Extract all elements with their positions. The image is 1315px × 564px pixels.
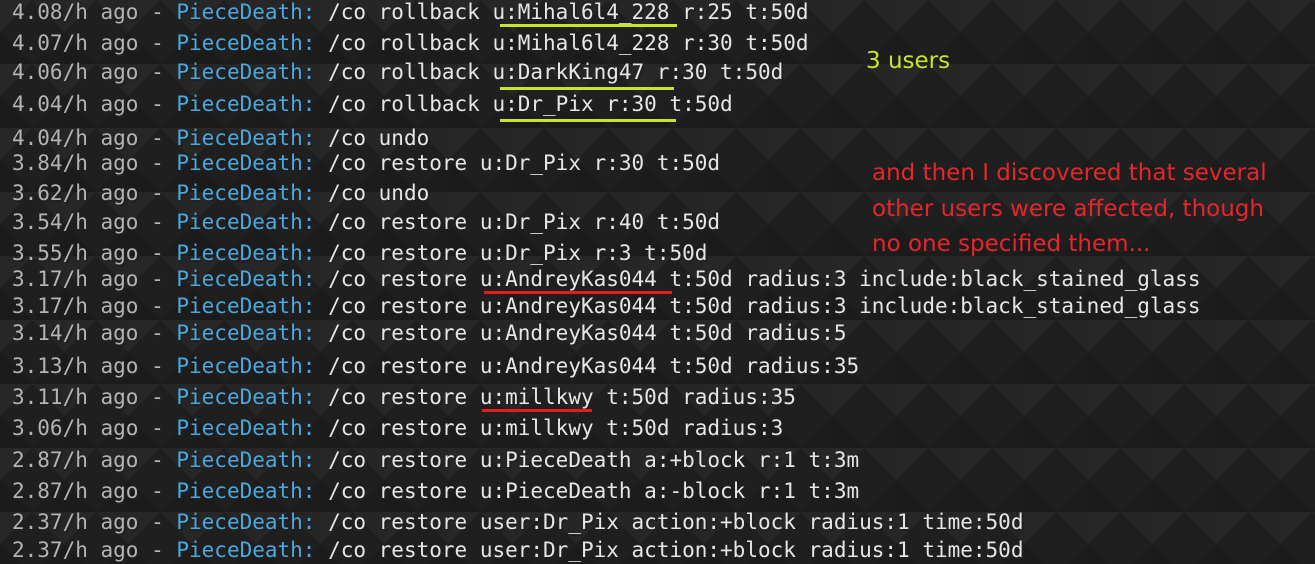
log-player: PieceDeath:	[176, 321, 316, 345]
highlight-underline-red	[484, 291, 672, 294]
log-line: 2.37/h ago - PieceDeath: /co restore use…	[12, 508, 1023, 536]
log-line: 3.17/h ago - PieceDeath: /co restore u:A…	[12, 292, 1200, 320]
log-player: PieceDeath:	[176, 181, 316, 205]
discovery-note-line: no one specified them...	[872, 231, 1151, 257]
log-line: 2.87/h ago - PieceDeath: /co restore u:P…	[12, 446, 859, 474]
log-line: 4.07/h ago - PieceDeath: /co rollback u:…	[12, 29, 809, 57]
log-time: 3.54/h ago -	[12, 210, 177, 234]
log-player: PieceDeath:	[176, 354, 316, 378]
log-line: 4.06/h ago - PieceDeath: /co rollback u:…	[12, 58, 783, 86]
log-time: 3.13/h ago -	[12, 354, 177, 378]
users-note: 3 users	[866, 48, 951, 74]
log-time: 3.11/h ago -	[12, 385, 177, 409]
log-player: PieceDeath:	[176, 92, 316, 116]
log-command: /co restore user:Dr_Pix action:+block ra…	[315, 510, 1024, 534]
log-line: 2.87/h ago - PieceDeath: /co restore u:P…	[12, 477, 859, 505]
highlight-underline-red	[482, 409, 592, 412]
log-time: 4.07/h ago -	[12, 31, 177, 55]
log-player: PieceDeath:	[176, 151, 316, 175]
log-time: 2.37/h ago -	[12, 510, 177, 534]
log-command: /co restore u:PieceDeath a:+block r:1 t:…	[315, 448, 860, 472]
log-time: 2.87/h ago -	[12, 448, 177, 472]
log-player: PieceDeath:	[176, 210, 316, 234]
log-command: /co restore user:Dr_Pix action:+block ra…	[315, 538, 1024, 562]
log-line: 3.11/h ago - PieceDeath: /co restore u:m…	[12, 383, 796, 411]
log-line: 3.13/h ago - PieceDeath: /co restore u:A…	[12, 352, 859, 380]
discovery-note-line: and then I discovered that several	[872, 160, 1267, 186]
log-command: /co restore u:Dr_Pix r:3 t:50d	[315, 241, 708, 265]
log-command: /co restore u:millkwy t:50d radius:35	[315, 385, 796, 409]
log-command: /co restore u:AndreyKas044 t:50d radius:…	[315, 321, 847, 345]
log-command: /co rollback u:Mihal6l4_228 r:25 t:50d	[315, 0, 809, 24]
log-player: PieceDeath:	[176, 126, 316, 150]
log-time: 4.08/h ago -	[12, 0, 177, 24]
log-line: 2.37/h ago - PieceDeath: /co restore use…	[12, 536, 1023, 564]
log-time: 3.17/h ago -	[12, 294, 177, 318]
highlight-underline-yellow	[500, 24, 677, 27]
log-player: PieceDeath:	[176, 267, 316, 291]
log-player: PieceDeath:	[176, 448, 316, 472]
log-line: 3.84/h ago - PieceDeath: /co restore u:D…	[12, 149, 720, 177]
log-command: /co restore u:Dr_Pix r:30 t:50d	[315, 151, 721, 175]
log-time: 3.06/h ago -	[12, 416, 177, 440]
log-time: 4.06/h ago -	[12, 60, 177, 84]
log-time: 3.84/h ago -	[12, 151, 177, 175]
log-line: 3.55/h ago - PieceDeath: /co restore u:D…	[12, 239, 707, 267]
chat-log: 4.08/h ago - PieceDeath: /co rollback u:…	[0, 0, 1315, 564]
log-player: PieceDeath:	[176, 60, 316, 84]
log-time: 2.37/h ago -	[12, 538, 177, 562]
log-time: 4.04/h ago -	[12, 126, 177, 150]
log-command: /co undo	[315, 126, 430, 150]
log-player: PieceDeath:	[176, 385, 316, 409]
log-line: 3.14/h ago - PieceDeath: /co restore u:A…	[12, 319, 846, 347]
log-line: 4.04/h ago - PieceDeath: /co undo	[12, 124, 429, 152]
log-player: PieceDeath:	[176, 241, 316, 265]
log-player: PieceDeath:	[176, 31, 316, 55]
log-command: /co restore u:Dr_Pix r:40 t:50d	[315, 210, 721, 234]
log-time: 3.62/h ago -	[12, 181, 177, 205]
log-time: 2.87/h ago -	[12, 479, 177, 503]
log-time: 3.17/h ago -	[12, 267, 177, 291]
log-line: 4.04/h ago - PieceDeath: /co rollback u:…	[12, 90, 733, 118]
discovery-note-line: other users were affected, though	[872, 196, 1264, 222]
log-line: 3.17/h ago - PieceDeath: /co restore u:A…	[12, 265, 1200, 293]
log-time: 4.04/h ago -	[12, 92, 177, 116]
log-command: /co rollback u:Dr_Pix r:30 t:50d	[315, 92, 733, 116]
log-time: 3.14/h ago -	[12, 321, 177, 345]
log-player: PieceDeath:	[176, 510, 316, 534]
log-line: 3.62/h ago - PieceDeath: /co undo	[12, 179, 429, 207]
log-line: 3.06/h ago - PieceDeath: /co restore u:m…	[12, 414, 783, 442]
highlight-underline-yellow	[500, 87, 674, 90]
log-player: PieceDeath:	[176, 0, 316, 24]
log-player: PieceDeath:	[176, 294, 316, 318]
log-command: /co restore u:PieceDeath a:-block r:1 t:…	[315, 479, 860, 503]
log-line: 3.54/h ago - PieceDeath: /co restore u:D…	[12, 208, 720, 236]
log-command: /co restore u:millkwy t:50d radius:3	[315, 416, 784, 440]
log-player: PieceDeath:	[176, 538, 316, 562]
log-player: PieceDeath:	[176, 416, 316, 440]
log-command: /co rollback u:DarkKing47 r:30 t:50d	[315, 60, 784, 84]
highlight-underline-yellow	[500, 119, 676, 122]
log-line: 4.08/h ago - PieceDeath: /co rollback u:…	[12, 0, 809, 26]
log-command: /co rollback u:Mihal6l4_228 r:30 t:50d	[315, 31, 809, 55]
log-time: 3.55/h ago -	[12, 241, 177, 265]
log-command: /co undo	[315, 181, 430, 205]
log-command: /co restore u:AndreyKas044 t:50d radius:…	[315, 267, 1201, 291]
log-player: PieceDeath:	[176, 479, 316, 503]
log-command: /co restore u:AndreyKas044 t:50d radius:…	[315, 354, 860, 378]
log-command: /co restore u:AndreyKas044 t:50d radius:…	[315, 294, 1201, 318]
